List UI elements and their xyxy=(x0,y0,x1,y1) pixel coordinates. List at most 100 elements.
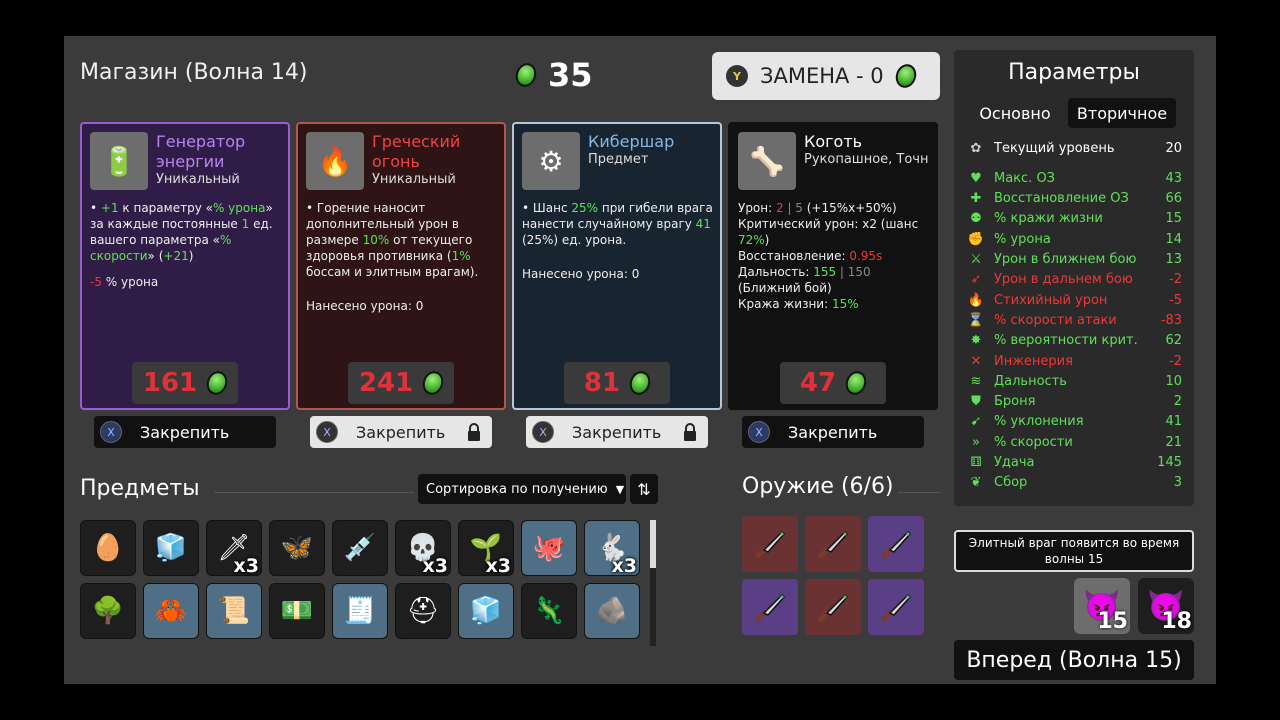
items-grid: 🥚 🧊 🗡 x3 🦋 💉 💀 x3 🌱 x3 🐙 🐇 x3 🌳 🦀 📜 💵 🧾 ⛑ 🧊 🦎 🪨 xyxy=(80,520,640,639)
weapon-slot[interactable] xyxy=(805,516,861,572)
description-text: +21 xyxy=(163,249,189,263)
reroll-button[interactable]: Y ЗАМЕНА - 0 xyxy=(712,52,940,100)
stat-name: Макс. ОЗ xyxy=(994,170,1056,186)
sort-order-button[interactable]: ⇅ xyxy=(630,474,658,504)
padlock-icon xyxy=(468,423,480,441)
buy-price-button[interactable]: 161 xyxy=(132,362,238,404)
stat-row[interactable]: ⚔ Урон в ближнем бою 13 xyxy=(966,250,1182,270)
boss-wave-15: 👿 15 xyxy=(1074,578,1130,634)
lock-button[interactable]: X Закрепить xyxy=(742,416,924,448)
shop-card-4[interactable]: 🦴 Коготь Рукопашное, Точн Урон: 2 | 5 (+… xyxy=(728,122,938,410)
item-slot[interactable]: 🧊 xyxy=(143,520,199,576)
weapon-slot[interactable] xyxy=(868,516,924,572)
description-text: +1 xyxy=(100,201,119,215)
stat-row[interactable]: ⚉ % кражи жизни 15 xyxy=(966,209,1182,229)
description-line: -5 % урона xyxy=(90,274,286,290)
description-text: 15% xyxy=(831,297,859,311)
next-wave-button[interactable]: Вперед (Волна 15) xyxy=(954,640,1194,680)
weapon-slot[interactable] xyxy=(742,516,798,572)
tab-secondary-stats[interactable]: Вторичное xyxy=(1068,98,1176,128)
slime-icon: 🧊 xyxy=(154,533,188,563)
item-slot[interactable]: 🥚 xyxy=(80,520,136,576)
stat-row[interactable]: ♥ Макс. ОЗ 43 xyxy=(966,168,1182,188)
description-text: % урона xyxy=(212,201,266,215)
stat-row[interactable]: ✚ Восстановление ОЗ 66 xyxy=(966,189,1182,209)
scrollbar-thumb[interactable] xyxy=(650,520,656,568)
weapon-slot[interactable] xyxy=(742,579,798,635)
item-slot[interactable]: 🦎 xyxy=(521,583,577,639)
lock-label: Закрепить xyxy=(572,422,662,442)
stat-value: 20 xyxy=(1165,140,1182,156)
price-value: 81 xyxy=(583,368,621,398)
buy-price-button[interactable]: 81 xyxy=(564,362,670,404)
speed-icon: » xyxy=(972,434,980,450)
item-slot[interactable]: ⛑ xyxy=(395,583,451,639)
stat-row[interactable]: ✊ % урона 14 xyxy=(966,229,1182,249)
stat-row[interactable]: 🔥 Стихийный урон -5 xyxy=(966,290,1182,310)
bullet-icon: • xyxy=(306,201,317,215)
description-text: ) xyxy=(188,249,194,263)
tab-main-stats[interactable]: Основно xyxy=(970,98,1060,128)
stat-value: 21 xyxy=(1165,434,1182,450)
tentacle-icon: 🐙 xyxy=(532,533,566,563)
stat-row[interactable]: ❦ Сбор 3 xyxy=(966,473,1182,493)
lock-button[interactable]: X Закрепить xyxy=(526,416,708,448)
buy-price-button[interactable]: 241 xyxy=(348,362,454,404)
chevron-down-icon: ▼ xyxy=(615,482,625,496)
description-text: 0.95s xyxy=(849,249,883,263)
stat-row[interactable]: ➶ Урон в дальнем бою -2 xyxy=(966,270,1182,290)
syringe-icon: 💉 xyxy=(343,533,377,563)
item-slot[interactable]: 🦀 xyxy=(143,583,199,639)
lock-button[interactable]: X Закрепить xyxy=(94,416,276,448)
item-slot[interactable]: 🦋 xyxy=(269,520,325,576)
card-name: Кибершар xyxy=(588,132,675,151)
item-slot[interactable]: 🗡 x3 xyxy=(206,520,262,577)
item-slot[interactable]: 🪨 xyxy=(584,583,640,639)
stat-row[interactable]: ✕ Инженерия -2 xyxy=(966,351,1182,371)
card-rarity: Уникальный xyxy=(372,172,456,187)
weapon-slot[interactable] xyxy=(868,579,924,635)
buy-price-button[interactable]: 47 xyxy=(780,362,886,404)
stat-name: Дальность xyxy=(994,373,1067,389)
item-slot[interactable]: 🐙 xyxy=(521,520,577,576)
stat-row[interactable]: ⌛ % скорости атаки -83 xyxy=(966,310,1182,330)
antlers-icon: 🦀 xyxy=(154,596,188,626)
sort-dropdown[interactable]: Сортировка по получению ▼ xyxy=(418,474,626,504)
stat-row[interactable]: ✸ % вероятности крит. у... 62 xyxy=(966,331,1182,351)
stat-value: 2 xyxy=(1173,394,1182,410)
item-slot[interactable]: 🧊 xyxy=(458,583,514,639)
item-slot[interactable]: 🌱 x3 xyxy=(458,520,514,577)
lock-button[interactable]: X Закрепить xyxy=(310,416,492,448)
item-count: x3 xyxy=(422,555,448,577)
lizard-icon: 🦎 xyxy=(532,596,566,626)
stat-row[interactable]: ≋ Дальность 10 xyxy=(966,371,1182,391)
items-scrollbar[interactable] xyxy=(650,520,656,646)
item-slot[interactable]: 💵 xyxy=(269,583,325,639)
shop-card-2[interactable]: 🔥 Греческий огонь Уникальный • Горение н… xyxy=(296,122,506,410)
description-text: Восстановление: xyxy=(738,249,850,263)
stat-row[interactable]: ✿ Текущий уровень 20 xyxy=(966,138,1182,158)
item-slot[interactable]: 💀 x3 xyxy=(395,520,451,577)
stat-name: % вероятности крит. у... xyxy=(994,333,1142,349)
helmet-icon: ⛑ xyxy=(406,596,440,626)
weapon-slot[interactable] xyxy=(805,579,861,635)
item-slot[interactable]: 💉 xyxy=(332,520,388,576)
stat-value: 145 xyxy=(1157,455,1182,470)
shop-screen: Магазин (Волна 14) 35 Y ЗАМЕНА - 0 🔋 Ген… xyxy=(64,36,1216,684)
stat-row[interactable]: » % скорости 21 xyxy=(966,432,1182,452)
item-slot[interactable]: 📜 xyxy=(206,583,262,639)
item-slot[interactable]: 🌳 xyxy=(80,583,136,639)
stat-name: Текущий уровень xyxy=(994,140,1115,156)
shop-card-1[interactable]: 🔋 Генератор энергии Уникальный • +1 к па… xyxy=(80,122,290,410)
stat-row[interactable]: ⚅ Удача 145 xyxy=(966,453,1182,473)
item-slot[interactable]: 🐇 x3 xyxy=(584,520,640,577)
x-button-icon: X xyxy=(748,421,770,443)
shop-card-3[interactable]: ⚙ Кибершар Предмет • Шанс 25% при гибели… xyxy=(512,122,722,410)
ranged-icon: ➶ xyxy=(970,272,982,288)
item-slot[interactable]: 🧾 xyxy=(332,583,388,639)
material-coin-icon xyxy=(626,368,654,398)
description-text: » ( xyxy=(147,249,164,263)
stat-row[interactable]: ⛊ Броня 2 xyxy=(966,392,1182,412)
stat-row[interactable]: ➹ % уклонения 41 xyxy=(966,412,1182,432)
sort-arrows-icon: ⇅ xyxy=(637,479,651,499)
